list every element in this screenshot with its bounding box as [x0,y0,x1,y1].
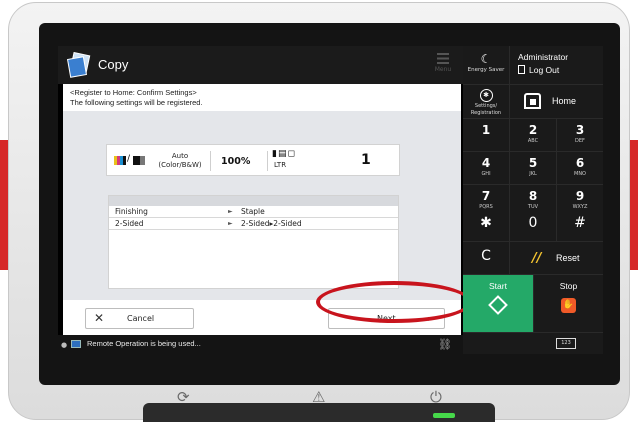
logout-icon [518,65,525,74]
key-letters: DEF [575,138,585,144]
copy-app: Copy Menu <Register to Home: Confirm Set… [58,46,472,354]
color-mode-icon: / [114,154,146,166]
right-control-panel: ☾ Energy Saver Administrator Log Out ✱ S… [463,46,603,354]
settings-panel: / Auto (Color/B&W) 100% ▮▤◻ LTR 1 Finish… [63,111,461,300]
clear-key[interactable]: C [463,242,509,274]
user-area[interactable]: Administrator Log Out [510,46,603,84]
key-digit: 2 [528,123,538,137]
status-message: Remote Operation is being used... [87,339,201,348]
home-label: Home [552,96,577,106]
copies-count: 1 [361,152,371,168]
key-digit: 6 [575,156,585,170]
settings-label-line2: Registration [470,110,502,116]
key-digit: 5 [528,156,538,170]
key-digit: 8 [528,189,538,203]
key-digit: 7 [481,189,491,203]
key-digit: 3 [575,123,585,137]
setting-name: Finishing [115,207,148,216]
table-row: 2-Sided ► 2-Sided▸2-Sided [109,218,398,230]
paper-icon: ▮▤◻ [272,149,296,159]
energy-saver-label: Energy Saver [467,67,505,73]
key-digit: 9 [575,189,585,203]
key-star[interactable]: ✱ [463,209,509,241]
start-icon [488,295,508,315]
header-description: The following settings will be registere… [70,98,203,107]
key-hash[interactable]: # [557,209,603,241]
key-6[interactable]: 6 MNO [557,152,603,184]
color-mode-value: Auto (Color/B&W) [158,152,202,169]
key-letters: JKL [529,171,537,177]
menu-label: Menu [434,66,452,73]
copy-icon [66,52,91,78]
key-letters: ABC [527,138,539,144]
info-icon: ● [61,341,68,349]
key-1[interactable]: 1 [463,119,509,151]
network-icon[interactable]: ⛓ [438,338,452,351]
cancel-button[interactable]: ✕ Cancel [85,308,194,329]
logout-label: Log Out [529,65,560,75]
reset-label: Reset [556,253,580,263]
setting-value: 2-Sided▸2-Sided [241,219,302,228]
start-button[interactable]: Start [463,275,533,332]
stop-icon: ✋ [561,298,576,313]
key-digit: 0 [528,215,538,231]
counter-icon[interactable]: 123 [556,338,576,349]
setting-name: 2-Sided [115,219,144,228]
clear-label: C [481,248,491,264]
printer-control-panel: Copy Menu <Register to Home: Confirm Set… [8,2,630,420]
user-name: Administrator [518,52,569,62]
settings-icon: ✱ [479,89,493,102]
settings-summary: / Auto (Color/B&W) 100% ▮▤◻ LTR 1 [106,144,400,176]
touch-screen: Copy Menu <Register to Home: Confirm Set… [58,46,603,354]
reset-icon: // [532,251,542,266]
menu-button[interactable]: Menu [428,50,458,80]
moon-icon: ☾ [480,52,492,66]
key-3[interactable]: 3 DEF [557,119,603,151]
key-4[interactable]: 4 GHI [463,152,509,184]
key-digit: 1 [481,123,491,137]
monitor-icon [71,340,81,348]
page-title: Copy [98,57,129,72]
logout-button[interactable]: Log Out [518,65,559,75]
power-led [433,413,455,418]
arrow-icon: ► [228,220,233,227]
stop-button[interactable]: Stop ✋ [534,275,603,332]
zoom-value: 100% [221,156,251,167]
table-row: Finishing ► Staple [109,206,398,218]
menu-icon [437,53,449,64]
table-header [109,196,398,206]
start-label: Start [489,281,507,291]
key-digit: 4 [481,156,491,170]
settings-label-line1: Settings/ [474,103,498,109]
setting-value: Staple [241,207,265,216]
status-bar: ● Remote Operation is being used... ⛓ [58,335,463,354]
settings-registration-button[interactable]: ✱ Settings/ Registration [463,85,509,118]
home-icon [524,93,541,109]
stop-label: Stop [559,281,578,291]
header-title: <Register to Home: Confirm Settings> [70,88,197,97]
key-letters: MNO [574,171,586,177]
key-0[interactable]: 0 [510,209,556,241]
next-highlight-annotation [316,281,472,323]
home-button[interactable]: Home [510,85,603,118]
title-bar: Copy Menu [58,46,463,84]
cancel-label: Cancel [127,314,155,323]
key-2[interactable]: 2 ABC [510,119,556,151]
energy-saver-button[interactable]: ☾ Energy Saver [463,46,509,84]
settings-table: Finishing ► Staple 2-Sided ► 2-Sided▸2-S… [108,195,399,289]
key-5[interactable]: 5 JKL [510,152,556,184]
hash-symbol: # [574,215,586,231]
close-icon: ✕ [94,311,105,325]
counter-bar: 123 [463,333,603,354]
reset-button[interactable]: // Reset [510,242,603,274]
key-letters: GHI [481,171,491,177]
paper-size-value: LTR [274,161,287,169]
star-symbol: ✱ [480,215,492,231]
arrow-icon: ► [228,208,233,215]
